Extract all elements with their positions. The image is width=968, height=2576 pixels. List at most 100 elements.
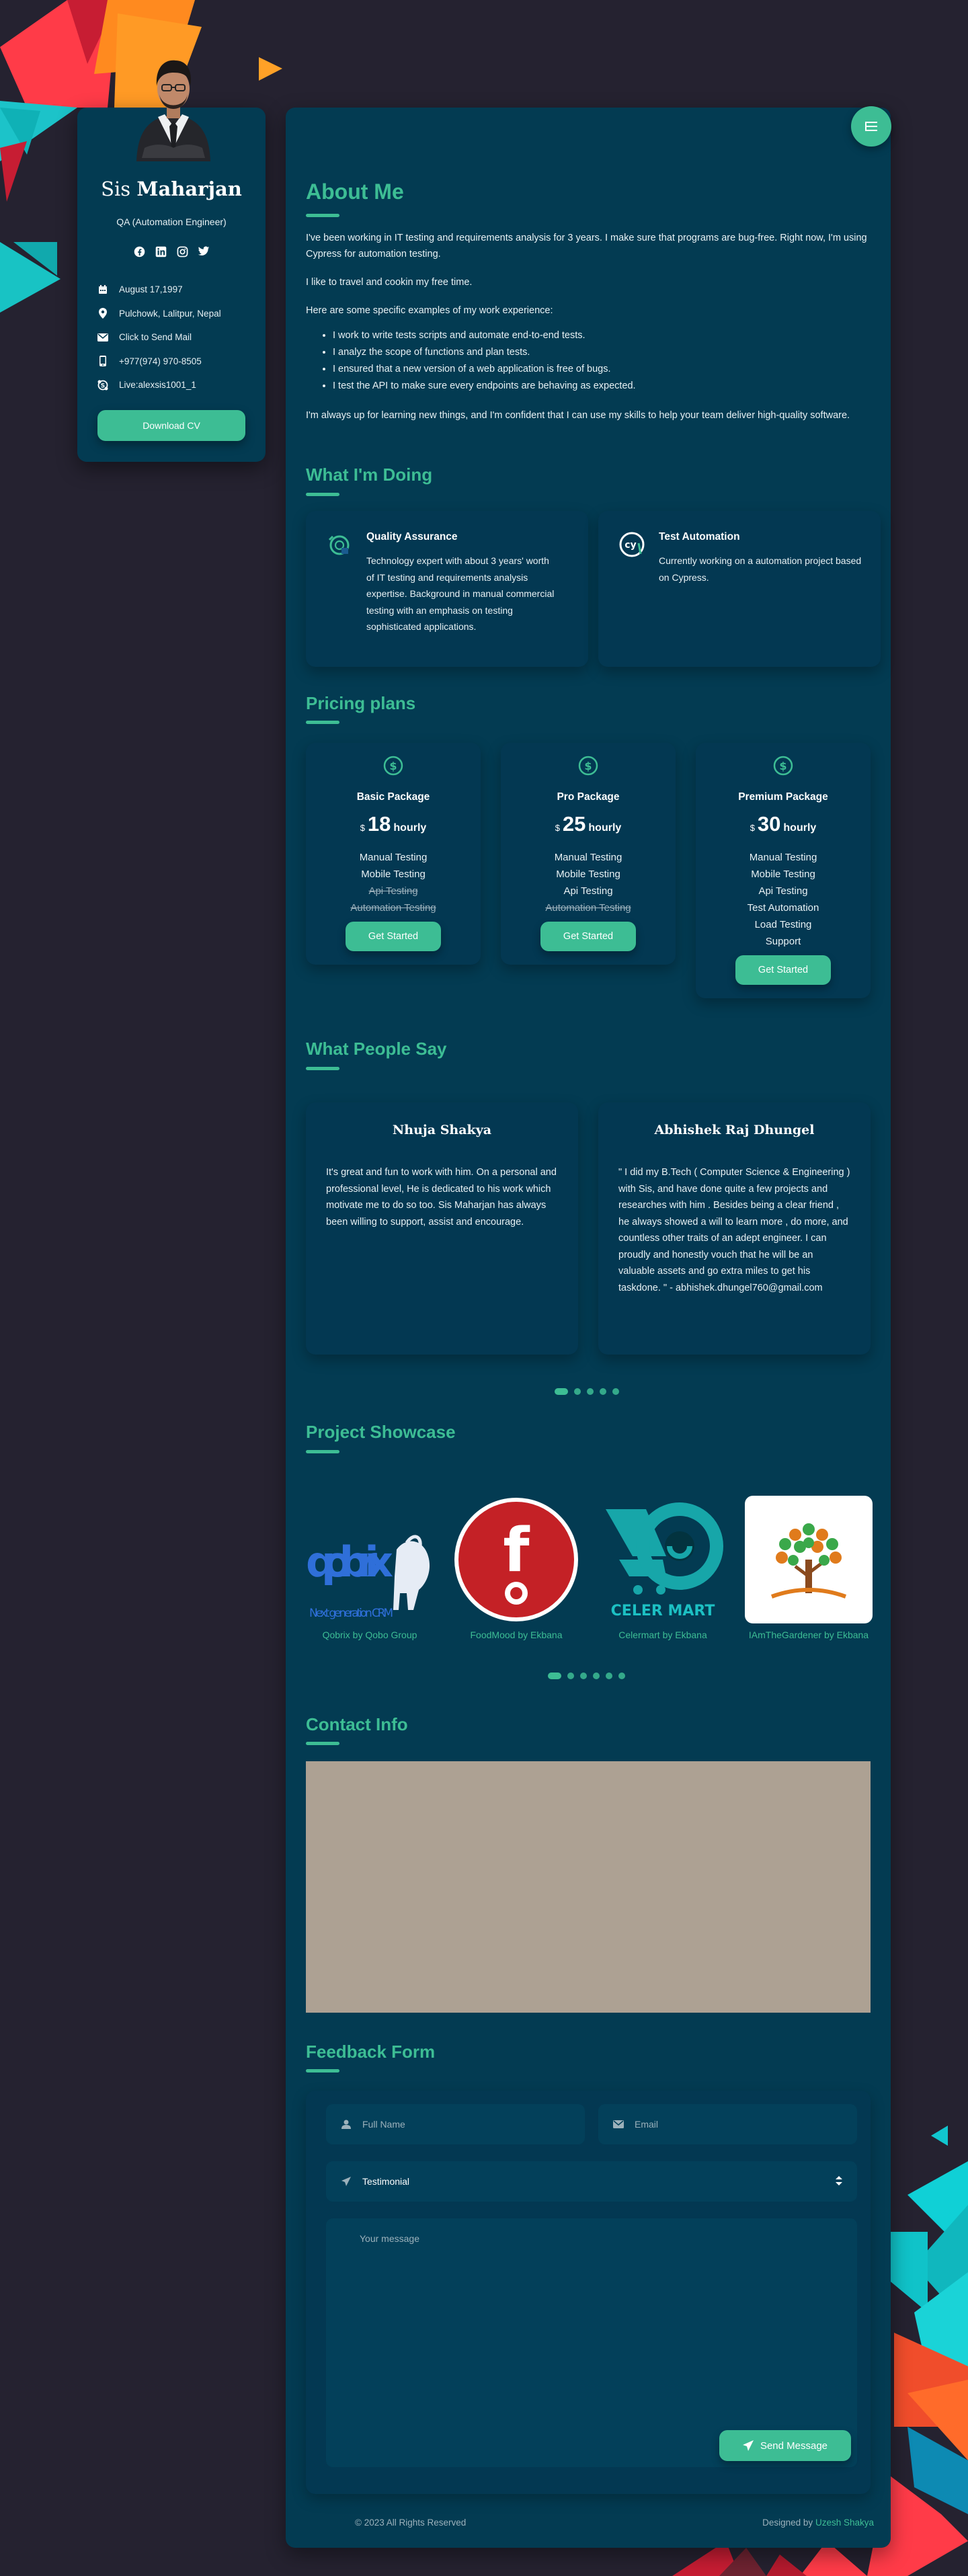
pagination-dot[interactable] [618, 1673, 625, 1679]
pagination-dot[interactable] [580, 1673, 587, 1679]
pricing-card-basic: $ Basic Package $18 hourly Manual Testing… [306, 743, 481, 965]
pagination-dot[interactable] [587, 1388, 594, 1395]
feature-item: Manual Testing [554, 852, 622, 863]
plan-name: Basic Package [356, 791, 430, 803]
plan-price: $25 hourly [555, 812, 622, 836]
feature-item: Support [765, 936, 801, 947]
feedback-underline [306, 2069, 339, 2072]
testimonial-name: Nhuja Shakya [392, 1123, 492, 1137]
service-card-automation: cy Test Automation Currently working on … [598, 511, 881, 667]
pricing-underline [306, 721, 339, 724]
email-field[interactable]: Email [598, 2104, 857, 2144]
pagination-dot[interactable] [606, 1673, 612, 1679]
foodmood-logo: f [452, 1496, 580, 1623]
social-links [77, 245, 266, 257]
pagination-dot[interactable] [600, 1388, 606, 1395]
testimonials-title: What People Say [306, 1039, 447, 1059]
designer-link[interactable]: Uzesh Shakya [815, 2518, 874, 2528]
svg-text:S: S [101, 383, 105, 389]
plan-features: Manual Testing Mobile Testing Api Testin… [306, 849, 481, 916]
twitter-icon[interactable] [198, 245, 210, 257]
svg-text:CELER MART: CELER MART [611, 1603, 715, 1619]
profile-role: QA (Automation Engineer) [116, 216, 227, 227]
project-item[interactable]: f FoodMood by Ekbana [452, 1496, 580, 1642]
pricing-card-premium: $ Premium Package $30 hourly Manual Testi… [696, 743, 871, 998]
feedback-form: Full Name Email Testimonial Your message… [306, 2091, 871, 2494]
profile-name: Sis Maharjan [101, 177, 242, 200]
testimonial-card: Abhishek Raj Dhungel " I did my B.Tech (… [598, 1102, 871, 1355]
get-started-button[interactable]: Get Started [540, 922, 636, 951]
email-item[interactable]: Click to Send Mail [97, 325, 252, 350]
email-placeholder: Email [635, 2119, 659, 2130]
get-started-button[interactable]: Get Started [735, 955, 831, 985]
full-name-placeholder: Full Name [362, 2119, 405, 2130]
testimonials-underline [306, 1067, 339, 1070]
svg-text:$: $ [389, 760, 397, 772]
doing-underline [306, 493, 339, 496]
designer-credit: Designed by Uzesh Shakya [762, 2518, 874, 2528]
about-underline [306, 214, 339, 217]
doing-title: What I'm Doing [306, 465, 433, 485]
project-item[interactable]: CELER MART Celermart by Ekbana [599, 1496, 727, 1642]
user-icon [341, 2119, 352, 2130]
testimonials-pagination [555, 1388, 619, 1395]
instagram-icon[interactable] [176, 245, 188, 257]
feature-item-disabled: Automation Testing [545, 902, 631, 914]
qobrix-logo: qobrix Next generation CRM [306, 1496, 434, 1623]
linkedin-icon[interactable] [155, 245, 167, 257]
send-mail-link[interactable]: Click to Send Mail [119, 332, 192, 342]
pagination-dot[interactable] [567, 1673, 574, 1679]
location-item: Pulchowk, Lalitpur, Nepal [97, 302, 252, 326]
testimonial-card: Nhuja Shakya It's great and fun to work … [306, 1102, 578, 1355]
pagination-dot[interactable] [593, 1673, 600, 1679]
list-item: I ensured that a new version of a web ap… [333, 361, 636, 378]
message-placeholder: Your message [360, 2233, 419, 2244]
service-text: Currently working on a automation projec… [659, 555, 862, 583]
type-select[interactable]: Testimonial [326, 2161, 857, 2202]
paper-plane-icon [742, 2440, 754, 2451]
service-title: Test Automation [659, 531, 740, 542]
testimonial-text: " I did my B.Tech ( Computer Science & E… [618, 1167, 850, 1293]
send-message-button[interactable]: Send Message [719, 2430, 851, 2461]
svg-text:f: f [503, 1515, 530, 1586]
plan-features: Manual Testing Mobile Testing Api Testin… [696, 849, 871, 950]
feedback-title: Feedback Form [306, 2042, 436, 2062]
project-item[interactable]: IAmTheGardener by Ekbana [745, 1496, 873, 1642]
location-pin-icon [97, 308, 108, 319]
service-text: Technology expert with about 3 years' wo… [366, 555, 555, 632]
svg-text:Next generation CRM: Next generation CRM [309, 1607, 393, 1620]
sort-arrows-icon [836, 2175, 842, 2187]
contact-list: August 17,1997 Pulchowk, Lalitpur, Nepal… [97, 278, 252, 397]
mail-icon [97, 332, 108, 343]
feature-item-disabled: Api Testing [368, 885, 418, 897]
feature-item: Manual Testing [359, 852, 428, 863]
about-paragraph-4: I'm always up for learning new things, a… [306, 410, 850, 421]
svg-text:$: $ [779, 760, 787, 772]
skype-icon: S [97, 380, 108, 391]
plan-name: Premium Package [738, 791, 828, 803]
service-title: Quality Assurance [366, 531, 458, 542]
list-item: I analyz the scope of functions and plan… [333, 344, 636, 361]
svg-text:$: $ [584, 760, 592, 772]
download-cv-button[interactable]: Download CV [97, 410, 245, 441]
pagination-dot[interactable] [574, 1388, 581, 1395]
plan-features: Manual Testing Mobile Testing Api Testin… [501, 849, 676, 916]
get-started-button[interactable]: Get Started [346, 922, 441, 951]
plan-price: $30 hourly [750, 812, 817, 836]
service-card-qa: Quality Assurance Technology expert with… [306, 511, 588, 667]
feature-item-disabled: Automation Testing [350, 902, 436, 914]
feature-item: Load Testing [754, 919, 812, 930]
full-name-field[interactable]: Full Name [326, 2104, 585, 2144]
location-map[interactable] [306, 1761, 871, 2013]
facebook-icon[interactable] [133, 245, 145, 257]
menu-button[interactable] [851, 106, 891, 147]
pagination-dot[interactable] [612, 1388, 619, 1395]
project-caption: Celermart by Ekbana [618, 1629, 707, 1640]
feature-item: Mobile Testing [361, 869, 426, 880]
hamburger-icon [865, 122, 877, 131]
pricing-card-pro: $ Pro Package $25 hourly Manual Testing M… [501, 743, 676, 965]
pagination-dot[interactable] [555, 1388, 568, 1395]
project-item[interactable]: qobrix Next generation CRM Qobrix by Qob… [306, 1496, 434, 1642]
calendar-icon [97, 284, 108, 295]
pagination-dot[interactable] [548, 1673, 561, 1679]
